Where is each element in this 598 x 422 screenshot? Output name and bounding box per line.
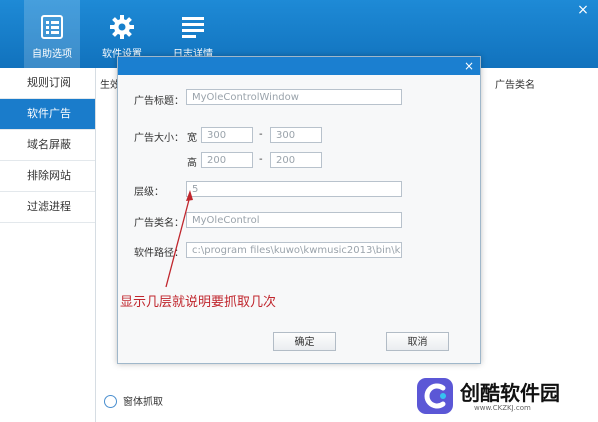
toolbar-self-service-label: 自助选项 (32, 49, 72, 60)
column-header-ad-class[interactable]: 广告类名 (495, 76, 535, 91)
sidebar-item-exclude-sites[interactable]: 排除网站 (0, 161, 95, 192)
toolbar-self-service-button[interactable]: 自助选项 (24, 0, 80, 68)
sidebar-item-domain-block[interactable]: 域名屏蔽 (0, 130, 95, 161)
sidebar: 规则订阅 软件广告 域名屏蔽 排除网站 过滤进程 (0, 68, 96, 422)
window-close-icon[interactable]: × (576, 3, 590, 17)
level-label: 层级： (134, 187, 164, 198)
dialog-title-bar: × (118, 57, 480, 75)
level-field[interactable]: 5 (186, 181, 402, 197)
ad-edit-dialog: × 广告标题： MyOleControlWindow 广告大小： 宽 300 -… (117, 56, 481, 364)
sidebar-item-filter-process[interactable]: 过滤进程 (0, 192, 95, 223)
watermark-url: www.CKZKJ.com (474, 404, 531, 412)
width-min-field[interactable]: 300 (201, 127, 253, 143)
ad-title-label: 广告标题： (134, 96, 184, 107)
software-path-field[interactable]: c:\program files\kuwo\kwmusic2013\bin\kw… (186, 242, 402, 258)
site-logo-icon (417, 378, 453, 414)
list-icon (41, 15, 63, 39)
height-max-field[interactable]: 200 (270, 152, 322, 168)
cancel-button[interactable]: 取消 (386, 332, 449, 351)
window-grab-label: 窗体抓取 (123, 397, 163, 408)
window-grab-button[interactable]: 窗体抓取 (104, 393, 163, 409)
height-label: 高 (187, 158, 197, 169)
dialog-close-icon[interactable]: × (464, 59, 474, 73)
width-max-field[interactable]: 300 (270, 127, 322, 143)
height-range-separator: - (259, 154, 263, 165)
width-label: 宽 (187, 133, 197, 144)
gear-icon (110, 15, 134, 39)
height-min-field[interactable]: 200 (201, 152, 253, 168)
menu-icon (182, 17, 204, 38)
ad-size-label: 广告大小： (134, 133, 184, 144)
annotation-text: 显示几层就说明要抓取几次 (120, 295, 277, 310)
sidebar-item-software-ads[interactable]: 软件广告 (0, 99, 95, 130)
confirm-button[interactable]: 确定 (273, 332, 336, 351)
software-path-label: 软件路径： (134, 248, 184, 259)
ad-class-field[interactable]: MyOleControl (186, 212, 402, 228)
crosshair-icon (104, 394, 117, 408)
watermark-name: 创酷软件园 (460, 381, 560, 405)
watermark: 创酷软件园 www.CKZKJ.com (412, 371, 598, 422)
ad-title-field[interactable]: MyOleControlWindow (186, 89, 402, 105)
sidebar-item-rule-subscription[interactable]: 规则订阅 (0, 68, 95, 99)
width-range-separator: - (259, 129, 263, 140)
ad-class-label: 广告类名： (134, 218, 184, 229)
